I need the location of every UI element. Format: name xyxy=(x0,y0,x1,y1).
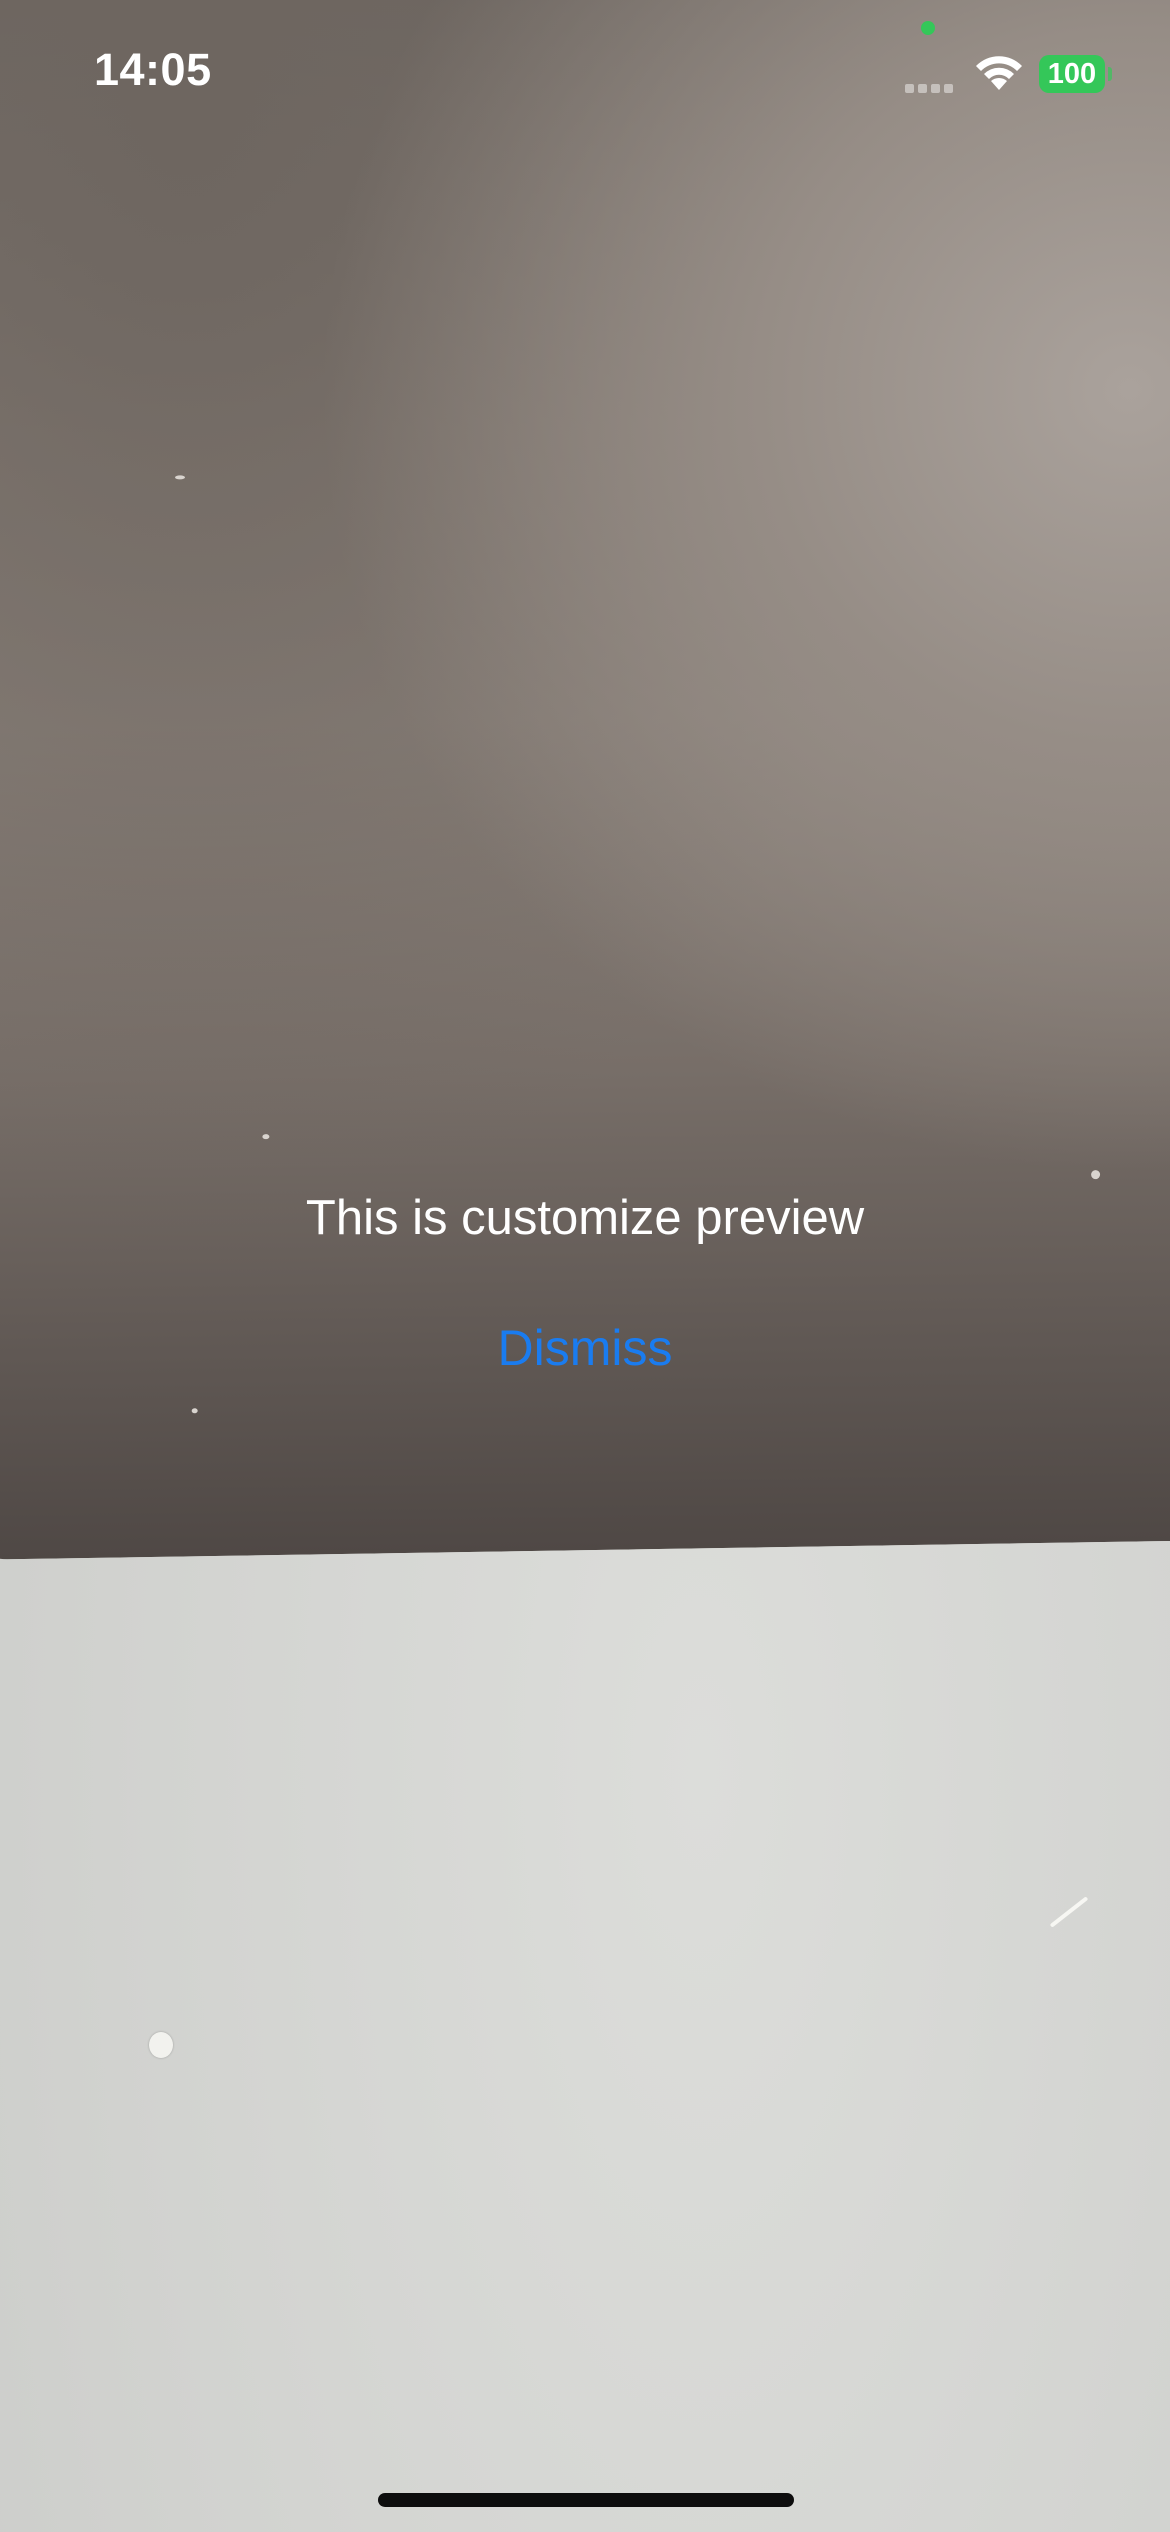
camera-in-use-indicator xyxy=(921,21,935,35)
surface-dust xyxy=(262,1134,270,1140)
wall-scratch xyxy=(1049,1896,1089,1928)
preview-caption: This is customize preview xyxy=(305,1191,865,1245)
battery-cap xyxy=(1108,67,1112,81)
battery-icon: 100 xyxy=(1039,55,1112,93)
surface-dust xyxy=(191,1408,198,1414)
surface-dust xyxy=(174,475,186,480)
status-bar: 14:05 100 xyxy=(0,0,1170,150)
dismiss-button[interactable]: Dismiss xyxy=(445,1306,725,1390)
battery-level: 100 xyxy=(1047,58,1097,90)
status-time: 14:05 xyxy=(94,44,212,95)
surface-dust xyxy=(1091,1170,1101,1180)
cellular-signal-icon xyxy=(905,80,961,93)
home-indicator[interactable] xyxy=(378,2493,794,2507)
wall-speck xyxy=(149,2032,173,2058)
wifi-icon xyxy=(976,56,1022,90)
camera-preview-screen: 14:05 100 This is customize preview Dism… xyxy=(0,0,1170,2532)
